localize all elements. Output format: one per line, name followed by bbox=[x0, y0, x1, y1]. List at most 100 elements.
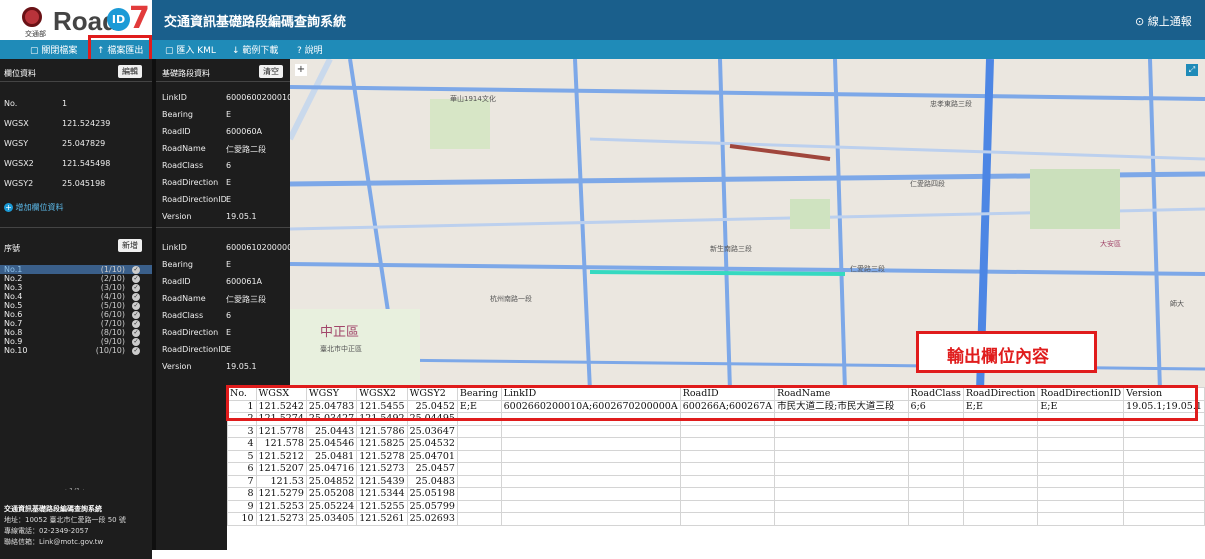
table-cell bbox=[500, 512, 681, 526]
link-value: 600060A bbox=[226, 127, 263, 136]
table-cell bbox=[500, 449, 681, 463]
add-field-link[interactable]: + 增加欄位資料 bbox=[4, 202, 64, 213]
link-value: E bbox=[226, 260, 232, 269]
map-label: 仁愛路四段 bbox=[910, 180, 945, 188]
clear-button[interactable]: 清空 bbox=[259, 65, 283, 78]
check-icon: ✓ bbox=[132, 266, 140, 274]
table-cell bbox=[679, 424, 776, 438]
table-cell: 7 bbox=[227, 474, 257, 488]
link-key: RoadID bbox=[162, 127, 191, 136]
link-key: Bearing bbox=[162, 260, 193, 269]
table-cell bbox=[456, 512, 502, 526]
footer-title: 交通資訊基礎路段編碼查詢系統 bbox=[4, 505, 102, 513]
zoom-in-icon[interactable]: + bbox=[295, 64, 307, 76]
map-label: 忠孝東路三段 bbox=[930, 100, 972, 108]
table-cell: 25.0481 bbox=[305, 449, 358, 463]
table-cell: 25.04546 bbox=[305, 437, 358, 451]
menu-label: 匯入 KML bbox=[176, 46, 216, 56]
link-value: E bbox=[226, 110, 232, 119]
check-icon: ✓ bbox=[132, 347, 140, 355]
row-label: No.10 bbox=[4, 346, 28, 355]
table-cell bbox=[907, 499, 964, 513]
table-cell: 121.5786 bbox=[356, 424, 408, 438]
field-key: WGSY bbox=[4, 139, 29, 148]
table-cell: 121.5439 bbox=[356, 474, 408, 488]
list-item[interactable]: No.9 (9/10) ✓ bbox=[0, 337, 152, 346]
row-count: (10/10) bbox=[95, 346, 125, 355]
table-cell bbox=[456, 487, 502, 501]
table-cell bbox=[679, 462, 776, 476]
link-key: RoadDirectionID bbox=[162, 195, 227, 204]
table-cell: 25.05799 bbox=[406, 499, 458, 513]
table-cell bbox=[679, 437, 776, 451]
table-cell: 121.5279 bbox=[255, 487, 307, 501]
table-cell bbox=[1037, 462, 1125, 476]
table-cell bbox=[774, 499, 909, 513]
table-cell: 121.53 bbox=[255, 474, 307, 488]
table-cell bbox=[962, 512, 1039, 526]
table-cell: 6 bbox=[227, 462, 257, 476]
list-item[interactable]: No.2 (2/10) ✓ bbox=[0, 274, 152, 283]
menu-sample-download[interactable]: ↓ 範例下載 bbox=[232, 43, 278, 56]
table-cell: 25.0443 bbox=[305, 424, 358, 438]
link-value: 19.05.1 bbox=[226, 362, 257, 371]
row-label: No.7 bbox=[4, 319, 23, 328]
menu-help[interactable]: ? 說明 bbox=[297, 43, 323, 56]
new-button[interactable]: 新增 bbox=[118, 239, 142, 252]
link-key: RoadDirection bbox=[162, 328, 219, 337]
list-item[interactable]: No.10 (10/10) ✓ bbox=[0, 346, 152, 355]
table-cell: 121.5253 bbox=[255, 499, 307, 513]
table-cell: 25.04716 bbox=[305, 462, 358, 476]
map-label: 中正區 bbox=[320, 325, 360, 340]
list-item[interactable]: No.8 (8/10) ✓ bbox=[0, 328, 152, 337]
field-key: WGSY2 bbox=[4, 179, 34, 188]
link-value: 6000610200000A bbox=[226, 243, 298, 252]
table-cell bbox=[1123, 424, 1205, 438]
list-item[interactable]: No.7 (7/10) ✓ bbox=[0, 319, 152, 328]
row-count: (4/10) bbox=[100, 292, 125, 301]
list-item[interactable]: No.4 (4/10) ✓ bbox=[0, 292, 152, 301]
table-cell bbox=[1123, 437, 1205, 451]
edit-button[interactable]: 編輯 bbox=[118, 65, 142, 78]
link-key: RoadClass bbox=[162, 311, 204, 320]
link-value: 6000600200010A bbox=[226, 93, 298, 102]
menu-import-kml[interactable]: ▢ 匯入 KML bbox=[165, 43, 216, 56]
list-item[interactable]: No.3 (3/10) ✓ bbox=[0, 283, 152, 292]
table-cell bbox=[774, 437, 909, 451]
check-icon: ✓ bbox=[132, 284, 140, 292]
table-cell bbox=[500, 462, 681, 476]
row-count: (6/10) bbox=[100, 310, 125, 319]
map-label: 師大 bbox=[1170, 300, 1184, 308]
list-item[interactable]: No.1 (1/10) ✓ bbox=[0, 265, 152, 274]
table-cell bbox=[1123, 512, 1205, 526]
logo-badge: ID bbox=[107, 8, 130, 31]
table-cell bbox=[500, 499, 681, 513]
table-cell bbox=[679, 474, 776, 488]
menu-label: 範例下載 bbox=[242, 46, 279, 56]
table-cell: 121.5344 bbox=[356, 487, 408, 501]
fullscreen-icon[interactable]: ⤢ bbox=[1186, 64, 1198, 76]
row-count: (5/10) bbox=[100, 301, 125, 310]
footer-phone: 專線電話：02-2349-2057 bbox=[4, 527, 89, 535]
check-icon: ✓ bbox=[132, 302, 140, 310]
check-icon: ✓ bbox=[132, 311, 140, 319]
link-value: 仁愛路二段 bbox=[226, 145, 266, 154]
table-cell bbox=[907, 437, 964, 451]
menu-close-file[interactable]: ▢ 關閉檔案 bbox=[30, 43, 77, 56]
link-panel-title: 基礎路段資料 bbox=[162, 69, 210, 78]
row-count: (8/10) bbox=[100, 328, 125, 337]
list-item[interactable]: No.6 (6/10) ✓ bbox=[0, 310, 152, 319]
online-report-link[interactable]: ⊙ 線上通報 bbox=[1135, 13, 1192, 29]
map-label: 仁愛路三段 bbox=[850, 265, 885, 273]
row-count: (1/10) bbox=[100, 265, 125, 274]
link-key: Version bbox=[162, 362, 192, 371]
table-cell: 121.5273 bbox=[356, 462, 408, 476]
table-cell bbox=[456, 449, 502, 463]
link-value: E bbox=[226, 345, 232, 354]
list-item[interactable]: No.5 (5/10) ✓ bbox=[0, 301, 152, 310]
table-cell bbox=[1037, 512, 1125, 526]
table-cell: 9 bbox=[227, 499, 257, 513]
table-cell bbox=[907, 462, 964, 476]
check-icon: ✓ bbox=[132, 338, 140, 346]
link-key: RoadName bbox=[162, 144, 206, 153]
